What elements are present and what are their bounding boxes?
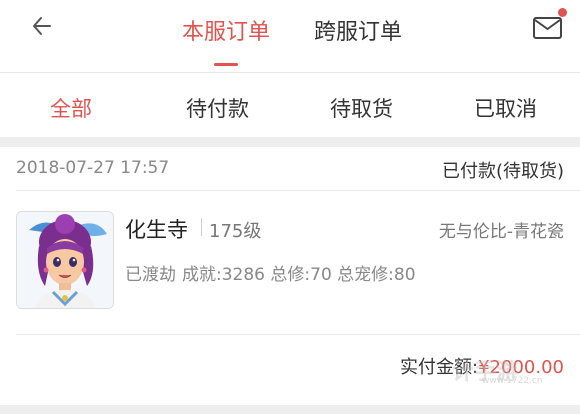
mail-button[interactable] bbox=[532, 14, 564, 42]
section-gap bbox=[0, 405, 580, 414]
character-stats: 已渡劫 成就:3286 总修:70 总宠修:80 bbox=[125, 260, 416, 285]
filter-pending-payment[interactable]: 待付款 bbox=[186, 93, 249, 123]
active-tab-indicator bbox=[214, 63, 238, 66]
character-portrait-image bbox=[17, 212, 113, 308]
divider bbox=[16, 190, 580, 191]
order-datetime: 2018-07-27 17:57 bbox=[16, 158, 170, 178]
back-button[interactable] bbox=[30, 10, 62, 42]
order-filter-bar: 全部 待付款 待取货 已取消 bbox=[0, 73, 580, 137]
reincarnation-label: 已渡劫 bbox=[125, 265, 176, 285]
character-avatar[interactable] bbox=[16, 211, 114, 309]
separator bbox=[201, 218, 202, 236]
mail-icon bbox=[533, 17, 562, 39]
filter-cancelled[interactable]: 已取消 bbox=[474, 93, 537, 123]
notification-dot bbox=[558, 8, 567, 17]
filter-all[interactable]: 全部 bbox=[50, 93, 92, 123]
divider bbox=[16, 334, 580, 335]
payment-row: 实付金额:¥2000.00 bbox=[400, 353, 564, 379]
section-gap bbox=[0, 137, 580, 147]
stats-values: 成就:3286 总修:70 总宠修:80 bbox=[182, 265, 416, 285]
payment-amount: ¥2000.00 bbox=[478, 357, 564, 378]
arrow-left-icon bbox=[33, 17, 51, 35]
character-level: 175级 bbox=[209, 221, 262, 242]
tab-own-server-orders[interactable]: 本服订单 bbox=[182, 14, 270, 46]
order-status: 已付款(待取货) bbox=[441, 161, 564, 182]
app-header: 本服订单 跨服订单 bbox=[0, 0, 580, 72]
filter-pending-pickup[interactable]: 待取货 bbox=[330, 93, 393, 123]
tab-cross-server-orders[interactable]: 跨服订单 bbox=[314, 14, 402, 46]
payment-label: 实付金额: bbox=[400, 357, 479, 378]
character-class-name: 化生寺 bbox=[125, 218, 188, 242]
server-name: 无与伦比-青花瓷 bbox=[438, 222, 564, 242]
